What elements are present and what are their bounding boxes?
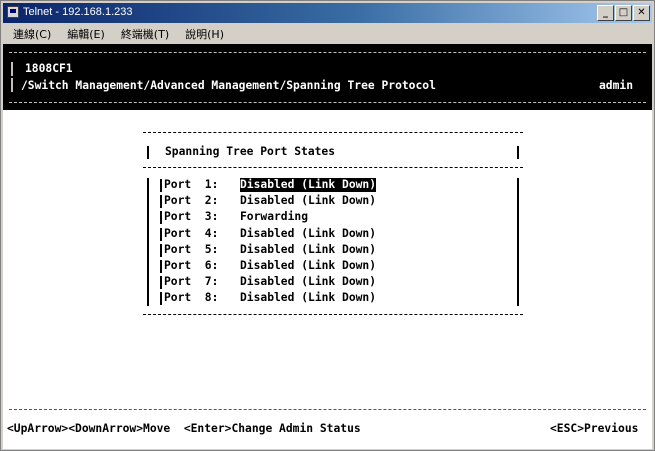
port-state-value[interactable]: Forwarding [240,210,308,224]
port-row-marker [160,260,162,273]
port-state-value[interactable]: Disabled (Link Down) [240,275,376,289]
telnet-app-icon [7,6,19,18]
minimize-button[interactable]: _ [597,5,614,21]
window-title: Telnet - 192.168.1.233 [23,6,133,18]
close-button[interactable]: ✕ [633,5,650,21]
panel-bottom-border [143,314,523,315]
panel-left-border [147,178,149,306]
footer-divider [9,409,646,410]
port-label: Port 8: [164,291,219,305]
port-row-marker [160,292,162,306]
port-state-value[interactable]: Disabled (Link Down) [240,227,376,241]
device-name: 1808CF1 [25,62,73,75]
header-bottom-divider [9,102,646,103]
port-row-marker [160,211,162,225]
telnet-window: Telnet - 192.168.1.233 _ □ ✕ 連線(C) 編輯(E)… [0,0,655,451]
title-bar[interactable]: Telnet - 192.168.1.233 _ □ ✕ [3,3,652,23]
logged-in-user: admin [599,79,634,92]
port-row-marker [160,227,162,241]
panel-title: Spanning Tree Port States [165,145,336,158]
panel-title-bottom-border [143,167,523,168]
port-label: Port 1: [164,178,219,191]
port-state-value[interactable]: Disabled (Link Down) [240,178,377,192]
menu-bar: 連線(C) 編輯(E) 終端機(T) 說明(H) [3,24,652,43]
port-label: Port 5: [164,242,219,256]
menu-terminal[interactable]: 終端機(T) [115,26,175,42]
port-label: Port 4: [164,226,219,240]
port-label: Port 2: [164,194,219,208]
port-label: Port 6: [164,259,219,272]
footer-previous-hint: <ESC>Previous [550,422,639,435]
window-controls: _ □ ✕ [597,5,650,21]
port-label: Port 3: [164,210,219,224]
footer-key-help: <UpArrow><DownArrow>Move <Enter>Change A… [7,422,361,435]
menu-edit[interactable]: 編輯(E) [61,26,111,42]
port-state-value[interactable]: Disabled (Link Down) [240,291,376,305]
port-state-value[interactable]: Disabled (Link Down) [240,243,376,257]
maximize-button[interactable]: □ [615,5,632,21]
port-label: Port 7: [164,275,219,289]
port-row-marker [160,195,162,209]
header-top-divider [9,52,646,53]
panel-right-border [517,178,519,306]
panel-title-top-border [143,132,523,133]
header-left-border [11,78,13,92]
terminal-header: 1808CF1 /Switch Management/Advanced Mana… [3,44,652,110]
port-row-marker [160,276,162,290]
menu-path: /Switch Management/Advanced Management/S… [21,79,436,92]
terminal-screen[interactable]: 1808CF1 /Switch Management/Advanced Mana… [3,44,652,449]
menu-connect[interactable]: 連線(C) [7,26,57,42]
port-row-marker [160,179,162,192]
port-row-marker [160,243,162,257]
header-left-border [11,62,13,76]
panel-title-left-border [147,146,149,159]
port-state-value[interactable]: Disabled (Link Down) [240,194,376,208]
port-state-value[interactable]: Disabled (Link Down) [240,259,376,273]
menu-help[interactable]: 說明(H) [179,26,230,42]
panel-title-right-border [517,146,519,159]
